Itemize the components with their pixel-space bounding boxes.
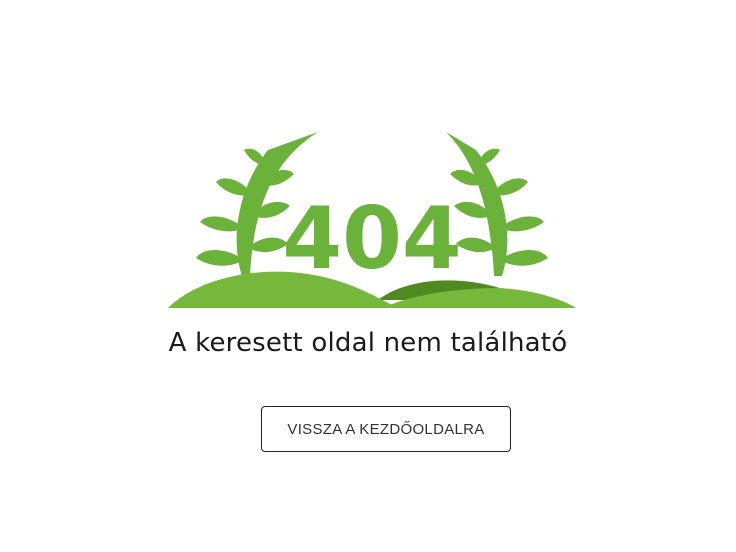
error-code: 404 <box>282 189 462 289</box>
404-illustration: 404 <box>168 132 576 308</box>
not-found-message: A keresett oldal nem található <box>168 328 568 358</box>
back-to-home-button[interactable]: VISSZA A KEZDŐOLDALRA <box>261 406 511 452</box>
not-found-page: 404 A keresett oldal nem található VISSZ… <box>0 0 736 552</box>
